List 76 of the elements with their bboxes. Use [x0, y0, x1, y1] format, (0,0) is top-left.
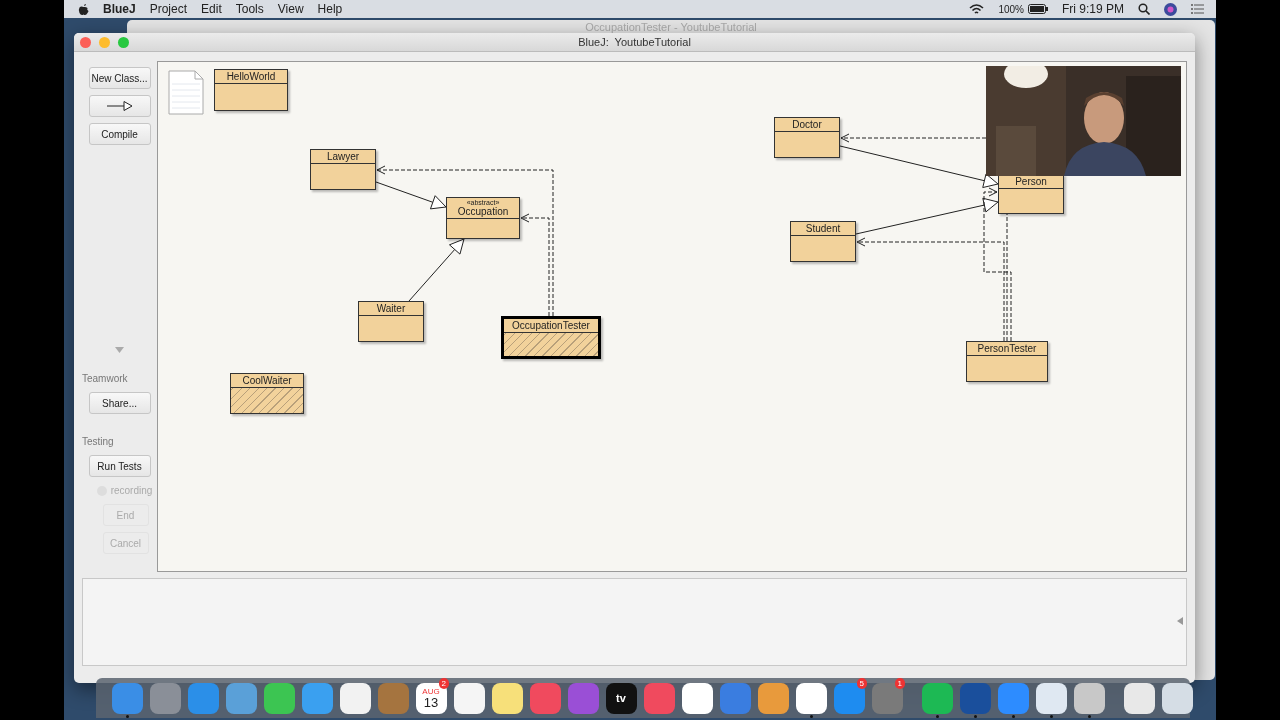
running-indicator: [125, 715, 129, 718]
menu-item[interactable]: Help: [317, 2, 343, 16]
class-box[interactable]: PersonTester: [966, 341, 1048, 382]
battery-percent: 100%: [998, 3, 1024, 15]
class-name: Student: [805, 223, 841, 234]
assistant-icon[interactable]: [1164, 2, 1177, 16]
class-box[interactable]: OccupationTester: [501, 316, 601, 359]
collapse-triangle-icon[interactable]: [115, 347, 124, 353]
app-icon[interactable]: [491, 682, 523, 714]
close-button[interactable]: [80, 36, 91, 48]
notification-badge: 1: [894, 678, 905, 689]
class-box[interactable]: CoolWaiter: [230, 373, 304, 414]
run-tests-button[interactable]: Run Tests: [88, 455, 151, 477]
apple-logo-icon[interactable]: [78, 2, 89, 16]
class-box[interactable]: Person: [998, 174, 1064, 214]
class-name: Lawyer: [326, 151, 360, 162]
running-indicator: [1011, 715, 1015, 718]
class-name: Occupation: [457, 206, 509, 217]
menu-item[interactable]: View: [277, 2, 304, 16]
calendar-day: 13: [423, 695, 439, 710]
readme-document-icon[interactable]: [168, 70, 204, 115]
app-icon[interactable]: [453, 682, 485, 714]
class-name: HelloWorld: [226, 71, 276, 82]
app-icon[interactable]: [795, 682, 827, 714]
app-icon-label: tv: [616, 692, 626, 704]
app-icon[interactable]: tv: [605, 682, 637, 714]
list-icon[interactable]: [1191, 4, 1204, 14]
class-name: PersonTester: [977, 343, 1037, 354]
app-icon[interactable]: [757, 682, 789, 714]
app-icon[interactable]: [1073, 682, 1105, 714]
class-box[interactable]: Doctor: [774, 117, 840, 158]
toolbar-button[interactable]: New Class...: [88, 67, 151, 89]
battery-icon[interactable]: [1028, 4, 1048, 14]
arrow-icon: [106, 101, 133, 111]
app-icon[interactable]: [1035, 682, 1067, 714]
minimize-button[interactable]: [99, 36, 110, 48]
inheritance-tool-button[interactable]: [88, 95, 151, 117]
menu-clock[interactable]: Fri 9:19 PM: [1062, 2, 1124, 16]
class-name: Person: [1015, 176, 1047, 187]
menu-item[interactable]: Tools: [235, 2, 264, 16]
menu-item[interactable]: Edit: [201, 2, 222, 16]
share-button[interactable]: Share...: [88, 392, 151, 414]
class-name: Doctor: [792, 119, 822, 130]
app-icon[interactable]: [339, 682, 371, 714]
section-label: Teamwork: [82, 373, 128, 384]
wifi-icon[interactable]: [969, 3, 985, 15]
collapse-triangle-icon[interactable]: [1177, 617, 1183, 625]
notification-badge: 2: [438, 678, 449, 689]
class-name: Waiter: [376, 303, 406, 314]
window-title: BlueJ: YoutubeTutorial: [578, 36, 691, 48]
menu-item[interactable]: Project: [149, 2, 188, 16]
app-icon[interactable]: [1161, 682, 1193, 714]
app-menu[interactable]: BlueJ: [103, 2, 136, 16]
class-name: CoolWaiter: [242, 375, 292, 386]
class-box[interactable]: Waiter: [358, 301, 424, 342]
app-icon[interactable]: [263, 682, 295, 714]
inheritance-arrow: [408, 238, 465, 302]
running-indicator: [1087, 715, 1091, 718]
notification-badge: 5: [856, 678, 867, 689]
running-indicator: [809, 715, 813, 718]
app-icon[interactable]: [1123, 682, 1155, 714]
running-indicator: [1049, 715, 1053, 718]
class-box[interactable]: Student: [790, 221, 856, 262]
section-label: Testing: [82, 436, 114, 447]
running-indicator: [973, 715, 977, 718]
inheritance-arrow: [375, 181, 447, 210]
search-icon[interactable]: [1138, 3, 1150, 15]
zoom-button[interactable]: [118, 36, 129, 48]
toolbar-button[interactable]: Compile: [88, 123, 151, 145]
class-box[interactable]: HelloWorld: [214, 69, 288, 111]
running-indicator: [935, 715, 939, 718]
app-icon[interactable]: [681, 682, 713, 714]
recording-label: recording: [110, 485, 153, 496]
calendar-month: AUG: [422, 686, 440, 696]
class-name: OccupationTester: [512, 320, 590, 331]
class-box[interactable]: Lawyer: [310, 149, 376, 190]
